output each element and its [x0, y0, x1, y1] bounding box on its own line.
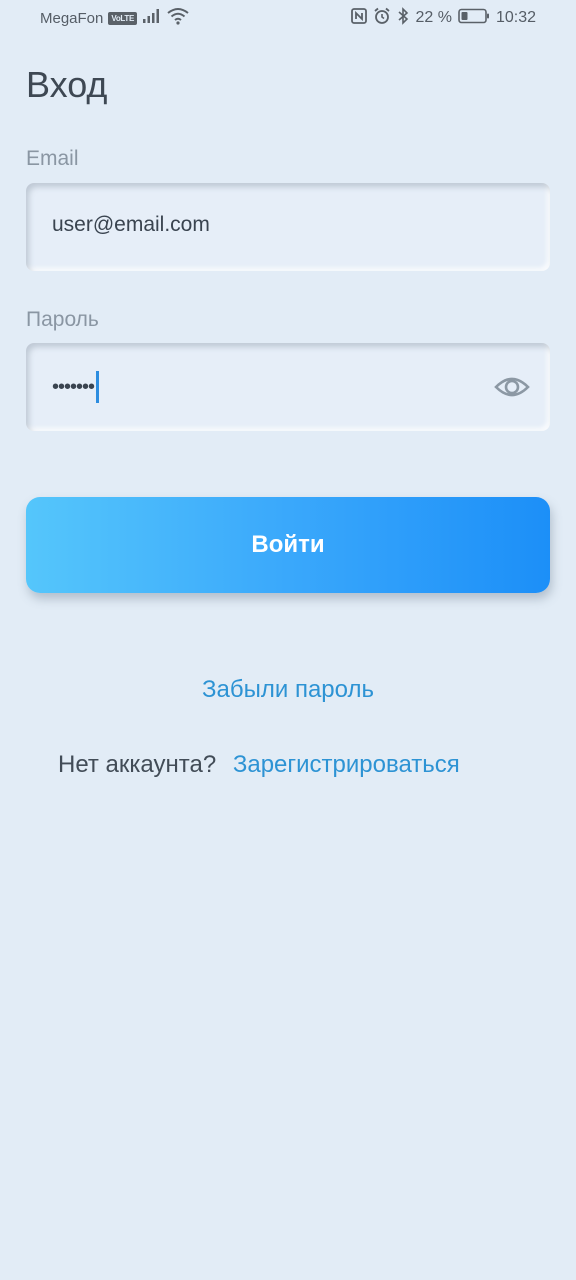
email-field-container[interactable]: [26, 183, 550, 271]
nfc-icon: [351, 7, 368, 29]
battery-percent: 22 %: [415, 9, 452, 26]
text-caret: [96, 371, 100, 403]
password-field[interactable]: •••••••: [52, 371, 100, 403]
password-field-container[interactable]: •••••••: [26, 343, 550, 431]
bluetooth-icon: [397, 6, 409, 30]
password-masked-value: •••••••: [52, 375, 95, 398]
forgot-password-link[interactable]: Забыли пароль: [0, 676, 576, 704]
alarm-icon: [373, 7, 391, 30]
register-link[interactable]: Зарегистрироваться: [233, 751, 460, 778]
login-button[interactable]: Войти: [26, 497, 550, 593]
email-field[interactable]: [52, 213, 492, 237]
wifi-icon: [167, 7, 189, 29]
password-label: Пароль: [26, 308, 99, 331]
status-bar-right: 22 % 10:32: [351, 6, 536, 30]
signal-icon: [142, 8, 162, 28]
page-title: Вход: [26, 64, 108, 105]
email-label: Email: [26, 147, 79, 170]
status-bar: MegaFon VoLTE 22 % 10:32: [0, 0, 576, 36]
clock-time: 10:32: [495, 9, 536, 26]
carrier-name: MegaFon: [40, 9, 104, 27]
eye-icon[interactable]: [494, 373, 530, 401]
status-bar-left: MegaFon VoLTE: [40, 8, 189, 28]
volte-badge: VoLTE: [108, 11, 138, 25]
register-row: Нет аккаунта? Зарегистрироваться: [58, 751, 460, 779]
no-account-text: Нет аккаунта?: [58, 751, 217, 778]
battery-icon: [458, 8, 490, 29]
